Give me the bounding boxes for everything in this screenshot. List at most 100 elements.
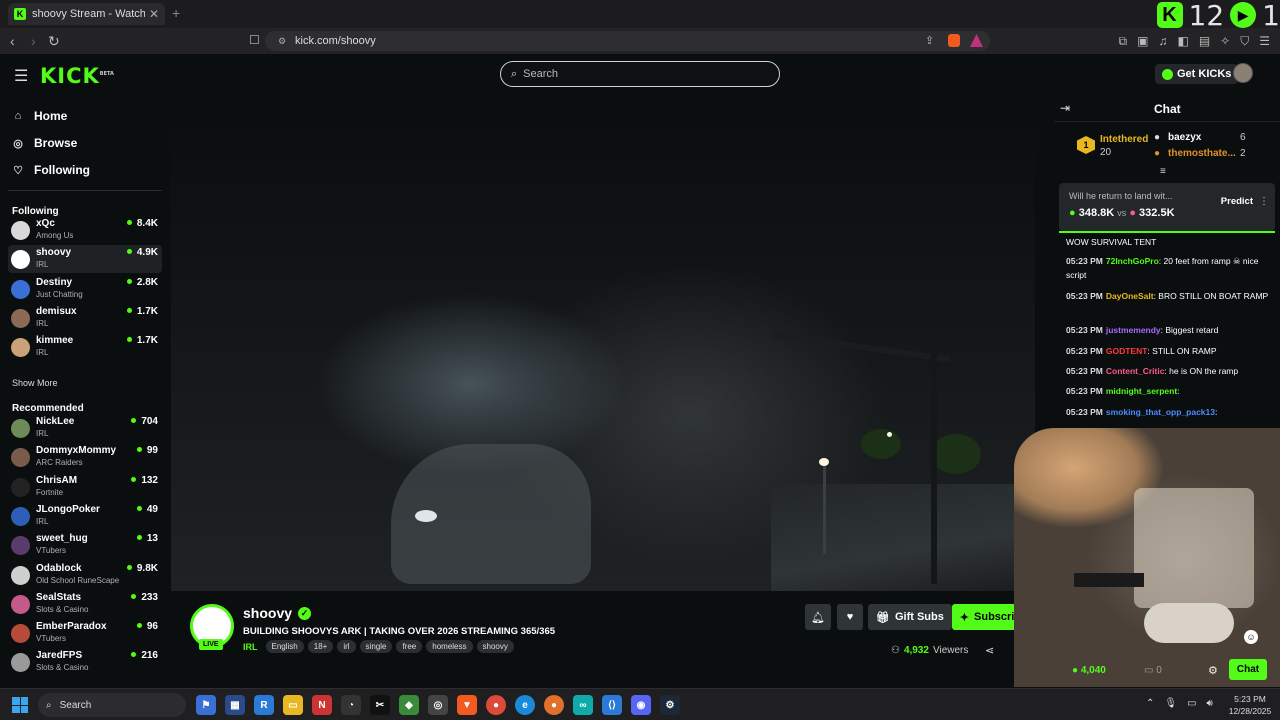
brave-shield-icon[interactable]	[948, 34, 960, 47]
menu-icon[interactable]: ☰	[1259, 34, 1270, 49]
channel-category: IRL	[36, 348, 49, 358]
video-player[interactable]	[171, 94, 1035, 591]
app-icon[interactable]: ▦	[225, 695, 245, 715]
streamer-name[interactable]: shoovy ✓	[243, 605, 312, 621]
get-kicks-button[interactable]: Get KICKs	[1155, 64, 1239, 84]
url-field[interactable]: kick.com/shoovy	[265, 31, 990, 51]
sidebar-channel[interactable]: xQc Among Us 8.4K	[8, 216, 162, 244]
show-hidden-icons[interactable]: ⌃	[1146, 698, 1154, 709]
new-tab-button[interactable]: +	[172, 5, 180, 21]
windows-start-icon[interactable]	[12, 697, 28, 713]
close-tab-icon[interactable]: ✕	[149, 7, 159, 21]
taskbar-search[interactable]: ⌕ Search	[38, 693, 186, 717]
kick-logo[interactable]: KICKBETA	[40, 64, 114, 88]
volume-icon[interactable]: 🔊︎	[1207, 698, 1213, 709]
firefox-icon[interactable]: ●	[544, 695, 564, 715]
sidebar-channel[interactable]: SealStats Slots & Casino 233	[8, 590, 162, 618]
share-icon[interactable]: ⇪	[925, 34, 934, 47]
app-icon[interactable]: N	[312, 695, 332, 715]
leader-3-name[interactable]: themosthate...	[1168, 148, 1236, 159]
share-stream-icon[interactable]: ⋖	[985, 644, 994, 657]
sidebar-channel[interactable]: JaredFPS Slots & Casino 216	[8, 648, 162, 676]
sidebar-channel[interactable]: Destiny Just Chatting 2.8K	[8, 275, 162, 303]
screenshot-icon[interactable]: ▣	[1137, 34, 1148, 49]
steam-icon[interactable]: ⚙	[660, 695, 680, 715]
sidebar-channel[interactable]: NickLee IRL 704	[8, 414, 162, 442]
edge-icon[interactable]: e	[515, 695, 535, 715]
message-username[interactable]: Content_Critic	[1106, 366, 1165, 376]
search-input[interactable]: ⌕ Search	[500, 61, 780, 87]
sidebar-channel[interactable]: sweet_hug VTubers 13	[8, 531, 162, 559]
notification-bell-button[interactable]: 🔔︎	[805, 604, 831, 630]
show-more-link[interactable]: Show More	[12, 378, 58, 388]
back-icon[interactable]: ‹	[10, 33, 15, 49]
message-username[interactable]: GODTENT	[1106, 346, 1148, 356]
vpn-icon[interactable]: ⛉	[1240, 34, 1249, 49]
extensions-icon[interactable]: ⧉	[1119, 34, 1128, 49]
message-username[interactable]: smoking_that_opp_pack13	[1106, 407, 1215, 417]
microphone-icon[interactable]: 🎙︎	[1164, 698, 1177, 709]
leader-2-name[interactable]: baezyx	[1168, 132, 1201, 143]
message-username[interactable]: midnight_serpent	[1106, 386, 1177, 396]
site-info-icon[interactable]: ⚙	[278, 36, 286, 47]
hamburger-menu-icon[interactable]: ☰	[14, 66, 28, 86]
sidebar-channel[interactable]: kimmee IRL 1.7K	[8, 333, 162, 361]
gift-subs-button[interactable]: 🎁︎ Gift Subs	[868, 604, 952, 630]
expand-leaderboard-icon[interactable]: ≡	[1160, 166, 1166, 177]
sidebar-channel[interactable]: shoovy IRL 4.9K	[8, 245, 162, 274]
tag[interactable]: English	[265, 640, 304, 653]
tag[interactable]: 18+	[307, 640, 334, 653]
category-link[interactable]: IRL	[243, 642, 258, 652]
nav-following[interactable]: ♡ Following	[12, 163, 90, 177]
sidebar-icon[interactable]: ◧	[1177, 34, 1188, 49]
music-icon[interactable]: ♫	[1158, 34, 1167, 49]
sidebar-channel[interactable]: JLongoPoker IRL 49	[8, 502, 162, 530]
clock[interactable]: 5:23 PM 12/28/2025	[1226, 693, 1274, 717]
tag[interactable]: shoovy	[476, 640, 514, 653]
follow-heart-button[interactable]: ♥	[837, 604, 863, 630]
more-options-icon[interactable]: ⋮	[1259, 196, 1269, 207]
message-username[interactable]: DayOneSalt	[1106, 291, 1154, 301]
browser-address-bar: ‹ › ↻ ☐ kick.com/shoovy ⚙ ⇪ ⧉ ▣ ♫ ◧ ▤ ✧ …	[0, 28, 1280, 54]
chat-send-button[interactable]: Chat	[1229, 659, 1267, 680]
message-username[interactable]: 72InchGoPro	[1106, 256, 1159, 266]
tag[interactable]: homeless	[426, 640, 473, 653]
app-icon[interactable]: ◔	[341, 695, 361, 715]
reload-icon[interactable]: ↻	[48, 33, 60, 50]
sidebar-channel[interactable]: Odablock Old School RuneScape 9.8K	[8, 561, 162, 589]
file-explorer-icon[interactable]: ▭	[283, 695, 303, 715]
predict-button[interactable]: Predict	[1221, 196, 1253, 207]
app-icon[interactable]: R	[254, 695, 274, 715]
nav-home[interactable]: ⌂ Home	[12, 109, 68, 123]
sidebar-channel[interactable]: EmberParadox VTubers 96	[8, 619, 162, 647]
app-icon[interactable]: ◆	[399, 695, 419, 715]
user-avatar[interactable]	[1233, 63, 1253, 83]
chrome-icon[interactable]: ●	[486, 695, 506, 715]
sidebar-channel[interactable]: demisux IRL 1.7K	[8, 304, 162, 332]
brave-icon[interactable]: ▼	[457, 695, 477, 715]
message-username[interactable]: justmemendy	[1106, 325, 1161, 335]
tag[interactable]: irl	[337, 640, 356, 653]
collapse-chat-icon[interactable]: ⇥	[1060, 101, 1070, 115]
leo-icon[interactable]: ✧	[1220, 34, 1230, 49]
emote-icon[interactable]: ☺	[1244, 630, 1258, 644]
tag[interactable]: single	[359, 640, 393, 653]
prediction-card[interactable]: Will he return to land wit... ● 348.8K v…	[1059, 183, 1275, 231]
sidebar-channel[interactable]: ChrisAM Fortnite 132	[8, 473, 162, 501]
chat-settings-icon[interactable]: ⚙	[1208, 664, 1218, 677]
leader-1-name[interactable]: Intethered	[1100, 134, 1148, 145]
arduino-icon[interactable]: ∞	[573, 695, 593, 715]
wallet-icon[interactable]: ▤	[1199, 34, 1210, 49]
tag[interactable]: free	[396, 640, 423, 653]
discord-icon[interactable]: ◉	[631, 695, 651, 715]
forward-icon[interactable]: ›	[31, 33, 36, 49]
nav-browse[interactable]: ◎ Browse	[12, 136, 77, 150]
monitor-icon[interactable]: ▭	[1187, 698, 1196, 709]
app-icon[interactable]: ◎	[428, 695, 448, 715]
capcut-icon[interactable]: ✂	[370, 695, 390, 715]
browser-tab[interactable]: K shoovy Stream - Watch Live o ✕	[8, 3, 165, 25]
vscode-icon[interactable]: ⟨⟩	[602, 695, 622, 715]
app-icon[interactable]: ⚑	[196, 695, 216, 715]
bookmark-icon[interactable]: ☐	[249, 33, 260, 47]
sidebar-channel[interactable]: DommyxMommy ARC Raiders 99	[8, 443, 162, 471]
